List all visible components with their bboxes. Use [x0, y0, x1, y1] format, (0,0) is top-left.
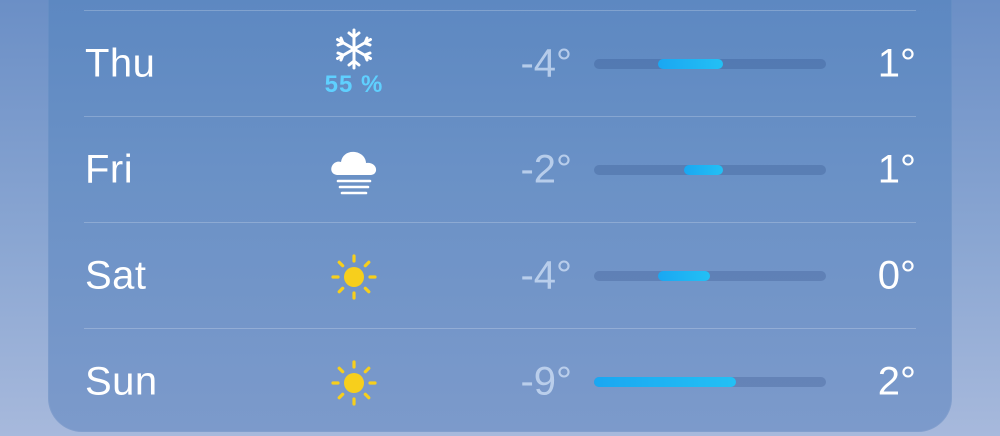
high-temp: 1° [877, 147, 916, 192]
weather-icon-wrap [304, 145, 404, 195]
temp-range-bar [594, 271, 826, 281]
temp-range-bar [594, 165, 826, 175]
fog-cloud-icon [331, 151, 377, 195]
weather-icon-wrap [304, 359, 404, 407]
day-label: Thu [85, 41, 156, 86]
temp-range-fill [658, 271, 710, 281]
temp-range-bar [594, 59, 826, 69]
sun-icon [331, 254, 377, 300]
temp-range-bar [594, 377, 826, 387]
low-temp: -9° [520, 359, 572, 404]
high-temp: 2° [877, 359, 916, 404]
day-label: Fri [85, 147, 134, 192]
forecast-row-sat[interactable]: Sat -4° 0° [0, 223, 1000, 329]
high-temp: 0° [877, 253, 916, 298]
weather-icon-wrap [304, 253, 404, 301]
day-label: Sun [85, 359, 158, 404]
high-temp: 1° [877, 41, 916, 86]
temp-range-fill [594, 377, 736, 387]
low-temp: -4° [520, 41, 572, 86]
weather-icon-wrap: 55 % [304, 27, 404, 99]
low-temp: -2° [520, 147, 572, 192]
temp-range-fill [658, 59, 723, 69]
forecast-row-fri[interactable]: Fri -2° 1° [0, 117, 1000, 223]
forecast-row-sun[interactable]: Sun -9° 2° [0, 329, 1000, 435]
sun-icon [331, 360, 377, 406]
temp-range-fill [684, 165, 723, 175]
forecast-row-thu[interactable]: Thu 55 % -4° 1° [0, 11, 1000, 117]
snowflake-icon [336, 28, 372, 70]
day-label: Sat [85, 253, 147, 298]
low-temp: -4° [520, 253, 572, 298]
precipitation-chance: 55 % [324, 71, 384, 98]
